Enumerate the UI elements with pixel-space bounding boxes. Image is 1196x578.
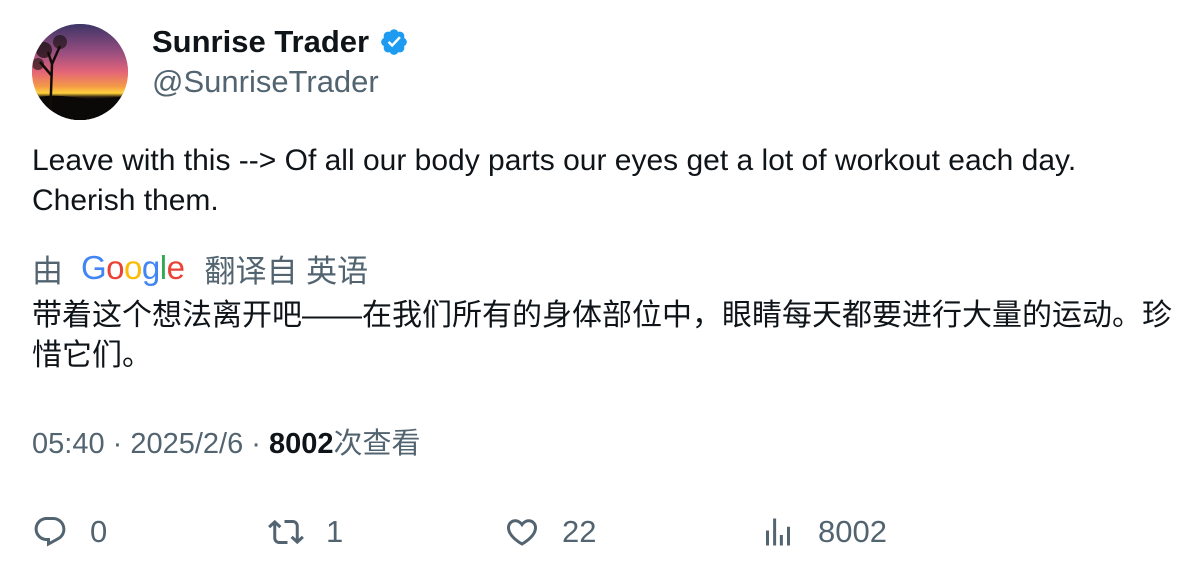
tweet-time[interactable]: 05:40	[32, 428, 105, 460]
views-label: 次查看	[333, 428, 421, 460]
sunset-photo-icon	[32, 24, 128, 120]
reply-button[interactable]: 0	[32, 510, 107, 554]
heart-icon	[506, 519, 538, 546]
display-name[interactable]: Sunrise Trader	[152, 22, 409, 62]
views-count: 8002	[269, 428, 334, 460]
display-name-text: Sunrise Trader	[152, 24, 370, 59]
views-button[interactable]: 8002	[760, 510, 887, 554]
retweet-count: 1	[326, 514, 344, 549]
retweet-icon	[268, 519, 304, 545]
retweet-button[interactable]: 1	[268, 510, 343, 554]
google-logo: Google	[81, 249, 185, 286]
avatar[interactable]	[32, 24, 128, 120]
verified-badge-icon	[381, 29, 407, 55]
meta-separator: ·	[243, 428, 270, 460]
meta-separator: ·	[104, 428, 131, 460]
user-handle[interactable]: @SunriseTrader	[152, 62, 379, 102]
tweet-text: Leave with this --> Of all our body part…	[32, 144, 1077, 217]
translated-text: 带着这个想法离开吧——在我们所有的身体部位中，眼睛每天都要进行大量的运动。珍惜它…	[32, 299, 1172, 372]
translated-by-label: 由	[32, 253, 63, 289]
like-count: 22	[562, 514, 597, 549]
action-bar: 0 1 22 8002	[32, 510, 1172, 554]
tweet-card: Sunrise Trader @SunriseTrader Leave with…	[0, 0, 1196, 578]
reply-count: 0	[90, 514, 108, 549]
like-button[interactable]: 22	[504, 510, 596, 554]
tweet-date[interactable]: 2025/2/6	[130, 428, 243, 460]
translated-from-label: 翻译自 英语	[204, 253, 369, 289]
reply-icon	[34, 517, 66, 547]
tweet-meta: 05:40 · 2025/2/6 · 8002次查看	[32, 424, 421, 464]
translation-attribution: 由 Google 翻译自 英语	[32, 246, 368, 290]
analytics-icon	[766, 518, 790, 546]
views-action-count: 8002	[818, 514, 887, 549]
